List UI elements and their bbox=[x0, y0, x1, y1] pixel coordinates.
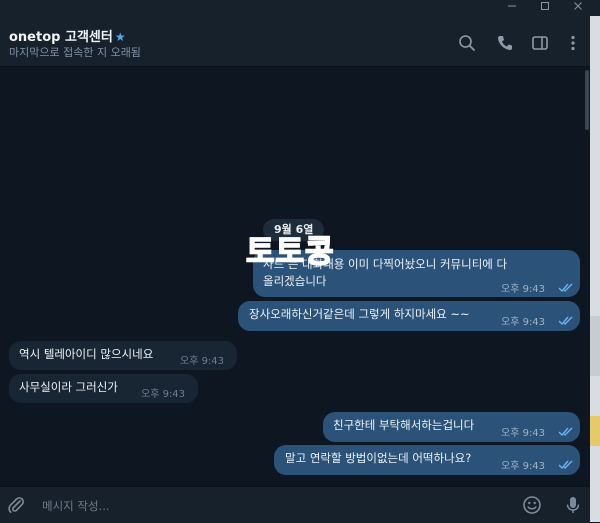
message-incoming[interactable]: 사무실이라 그러신가 오후 9:43 bbox=[9, 374, 198, 403]
read-checkmarks-icon bbox=[558, 316, 573, 326]
message-outgoing[interactable]: 친구한테 부탁해서하는겁니다 오후 9:43 bbox=[323, 412, 580, 442]
message-text-line: 올리겠습니다 bbox=[263, 274, 327, 288]
message-time: 오후 9:43 bbox=[180, 356, 225, 367]
last-seen-status: 마지막으로 접속한 지 오래됨 bbox=[9, 46, 141, 59]
message-list-scrollbar[interactable] bbox=[585, 70, 589, 130]
minimize-icon[interactable] bbox=[500, 0, 524, 14]
message-time: 오후 9:43 bbox=[501, 428, 546, 439]
message-text-line: 장사오래하신거같은데 그렇게 하지마세요 ~~ bbox=[249, 307, 470, 321]
read-checkmarks-icon bbox=[558, 427, 573, 437]
read-checkmarks-icon bbox=[558, 283, 573, 293]
message-text-line: 말고 연락할 방법이없는데 어떡하나요? bbox=[285, 451, 472, 465]
search-icon[interactable] bbox=[457, 33, 477, 53]
window-titlebar bbox=[0, 0, 600, 16]
message-time: 오후 9:43 bbox=[501, 461, 546, 472]
watermark-logo: 토토콩 bbox=[245, 233, 335, 271]
message-time: 오후 9:43 bbox=[141, 389, 186, 400]
read-checkmarks-icon bbox=[558, 460, 573, 470]
more-vertical-icon[interactable] bbox=[563, 33, 583, 53]
background-window-edge bbox=[590, 16, 600, 522]
message-input[interactable]: 메시지 작성... bbox=[42, 498, 110, 514]
message-composer: 메시지 작성... bbox=[0, 486, 590, 523]
message-outgoing[interactable]: 장사오래하신거같은데 그렇게 하지마세요 ~~ 오후 9:43 bbox=[238, 301, 580, 331]
message-incoming[interactable]: 역시 텔레아이디 많으시네요 오후 9:43 bbox=[9, 341, 237, 370]
message-text-line: 친구한테 부탁해서하는겁니다 bbox=[333, 418, 475, 432]
sidebar-toggle-icon[interactable] bbox=[530, 33, 550, 53]
emoji-icon[interactable] bbox=[522, 495, 542, 515]
message-time: 오후 9:43 bbox=[501, 284, 546, 295]
chat-title-text: onetop 고객센터 bbox=[9, 30, 113, 45]
message-outgoing[interactable]: 말고 연락할 방법이없는데 어떡하나요? 오후 9:43 bbox=[274, 445, 580, 475]
chat-title[interactable]: onetop 고객센터 ★ bbox=[9, 26, 126, 45]
star-icon: ★ bbox=[114, 30, 126, 44]
chat-header[interactable]: onetop 고객센터 ★ 마지막으로 접속한 지 오래됨 bbox=[0, 16, 590, 67]
message-time: 오후 9:43 bbox=[501, 317, 546, 328]
phone-icon[interactable] bbox=[495, 33, 515, 53]
close-icon[interactable] bbox=[566, 0, 590, 14]
microphone-icon[interactable] bbox=[563, 495, 583, 515]
maximize-icon[interactable] bbox=[533, 0, 557, 14]
message-text-line: 사무실이라 그러신가 bbox=[19, 380, 118, 394]
paperclip-icon[interactable] bbox=[6, 495, 26, 515]
message-text-line: 역시 텔레아이디 많으시네요 bbox=[19, 347, 154, 361]
